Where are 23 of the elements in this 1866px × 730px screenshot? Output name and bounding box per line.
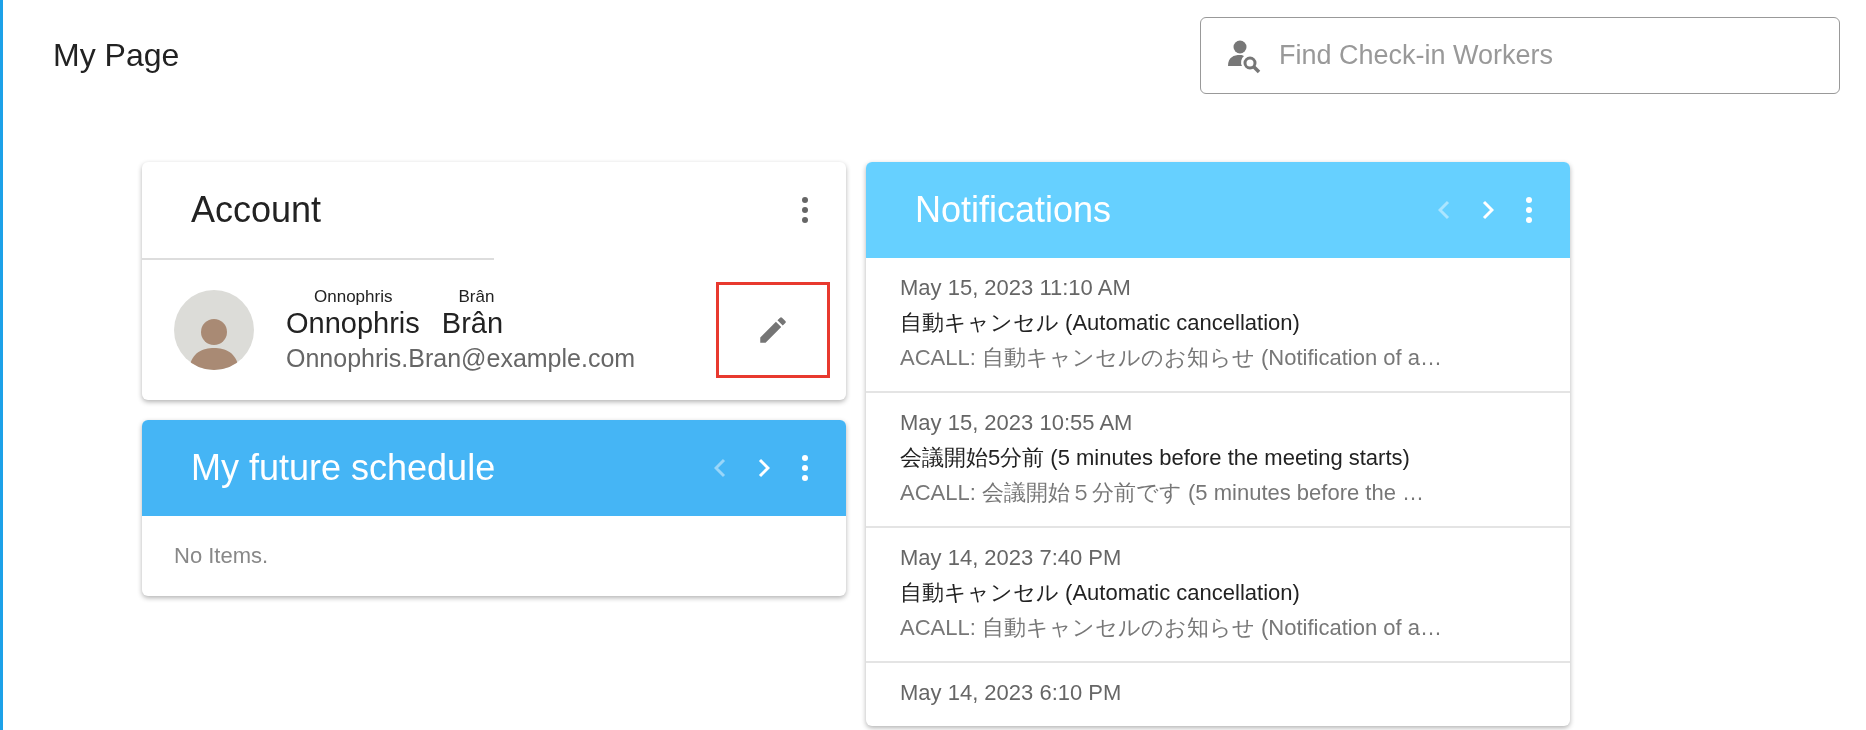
page-title: My Page	[53, 36, 180, 74]
notification-item[interactable]: May 14, 2023 6:10 PM	[866, 661, 1570, 726]
more-vertical-icon	[1526, 197, 1532, 223]
notification-item[interactable]: May 15, 2023 11:10 AM 自動キャンセル (Automatic cancellation) ACALL: 自動キャンセルのお知らせ (Notification of a…	[866, 258, 1570, 391]
empty-message: No Items.	[174, 543, 269, 569]
card-title: My future schedule	[191, 447, 496, 489]
first-name: Onnophris	[286, 307, 420, 340]
card-title: Notifications	[915, 189, 1112, 231]
card-title: Account	[191, 189, 322, 231]
chevron-left-icon	[714, 458, 726, 478]
notification-item[interactable]: May 14, 2023 7:40 PM 自動キャンセル (Automatic cancellation) ACALL: 自動キャンセルのお知らせ (Notification of a…	[866, 526, 1570, 661]
email-text: Onnophris.Bran@example.com	[286, 344, 637, 373]
chevron-right-icon	[1482, 200, 1494, 220]
last-name: Brân	[441, 307, 504, 340]
name-reading: Brân	[458, 287, 495, 307]
more-vertical-icon	[802, 197, 808, 223]
name-reading: Onnophris	[314, 287, 393, 307]
chevron-left-icon	[1438, 200, 1450, 220]
more-vertical-icon	[802, 455, 808, 481]
chevron-right-icon	[758, 458, 770, 478]
edit-button[interactable]	[716, 282, 830, 378]
search-field[interactable]: Find Check-in Workers	[1200, 16, 1840, 94]
notification-item[interactable]: May 15, 2023 10:55 AM 会議開始5分前 (5 minutes before the meeting starts) ACALL: 会議開始５分前です (5 minutes before the …	[866, 391, 1570, 526]
